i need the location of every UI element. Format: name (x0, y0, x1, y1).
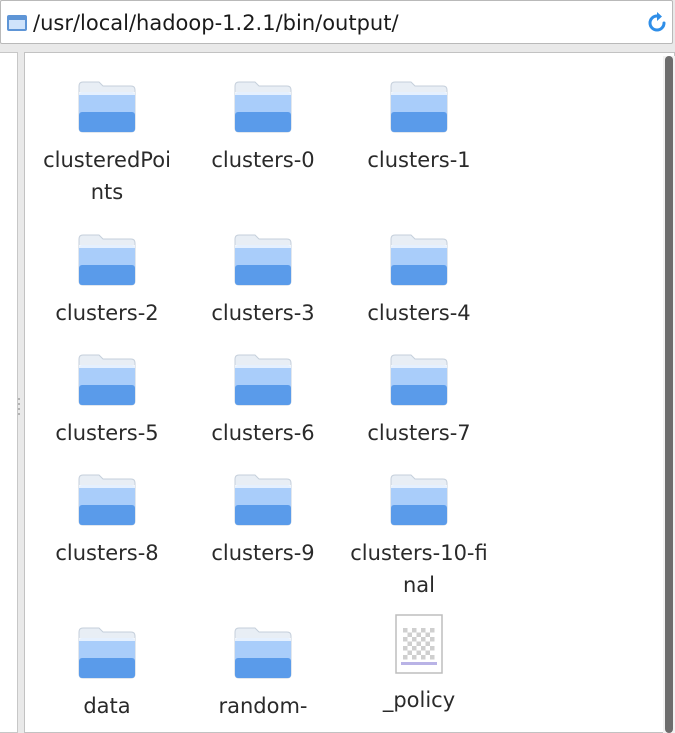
item-label: clusteredPoints (43, 148, 171, 204)
item-label: clusters-9 (211, 541, 315, 565)
folder-item[interactable]: clusters-10-final (344, 473, 494, 601)
folder-item[interactable]: clusteredPoints (32, 80, 182, 208)
sidebar-pane (0, 52, 18, 733)
folder-icon (390, 234, 448, 286)
item-label: random- (218, 694, 308, 718)
item-label: clusters-3 (211, 301, 315, 325)
item-label: data (83, 694, 131, 718)
folder-item[interactable]: clusters-9 (188, 473, 338, 569)
folder-icon (78, 474, 136, 526)
folder-icon (234, 234, 292, 286)
folder-item[interactable]: data (32, 626, 182, 722)
item-label: clusters-2 (55, 301, 159, 325)
file-view: clusteredPoints clusters-0 clusters-1 clust… (24, 52, 675, 733)
folder-icon (78, 627, 136, 679)
pane-splitter[interactable] (17, 395, 21, 429)
item-label: clusters-4 (367, 301, 471, 325)
file-icon (395, 614, 443, 674)
folder-item[interactable]: clusters-7 (344, 353, 494, 449)
folder-icon (390, 81, 448, 133)
folder-item[interactable]: clusters-3 (188, 233, 338, 329)
folder-item[interactable]: clusters-0 (188, 80, 338, 176)
folder-icon (234, 354, 292, 406)
location-bar[interactable]: /usr/local/hadoop-1.2.1/bin/output/ (0, 0, 673, 44)
folder-item[interactable]: clusters-5 (32, 353, 182, 449)
folder-icon (78, 354, 136, 406)
folder-item[interactable]: random- (188, 626, 338, 722)
folder-item[interactable]: clusters-2 (32, 233, 182, 329)
file-item[interactable]: _policy (344, 614, 494, 716)
folder-item[interactable]: clusters-6 (188, 353, 338, 449)
folder-item[interactable]: clusters-1 (344, 80, 494, 176)
item-label: clusters-5 (55, 421, 159, 445)
folder-icon (234, 474, 292, 526)
location-path[interactable]: /usr/local/hadoop-1.2.1/bin/output/ (33, 10, 399, 36)
reload-icon[interactable] (646, 12, 668, 34)
item-label: clusters-10-final (350, 541, 488, 597)
item-label: clusters-0 (211, 148, 315, 172)
folder-icon (234, 627, 292, 679)
folder-item[interactable]: clusters-4 (344, 233, 494, 329)
folder-icon (390, 354, 448, 406)
vertical-scrollbar[interactable] (663, 56, 675, 733)
folder-icon (78, 81, 136, 133)
folder-icon (7, 15, 27, 31)
folder-icon (234, 81, 292, 133)
item-label: clusters-1 (367, 148, 471, 172)
item-label: clusters-8 (55, 541, 159, 565)
folder-icon (78, 234, 136, 286)
folder-item[interactable]: clusters-8 (32, 473, 182, 569)
item-label: _policy (382, 688, 456, 712)
folder-icon (390, 474, 448, 526)
item-label: clusters-6 (211, 421, 315, 445)
item-label: clusters-7 (367, 421, 471, 445)
scrollbar-thumb[interactable] (665, 56, 673, 733)
